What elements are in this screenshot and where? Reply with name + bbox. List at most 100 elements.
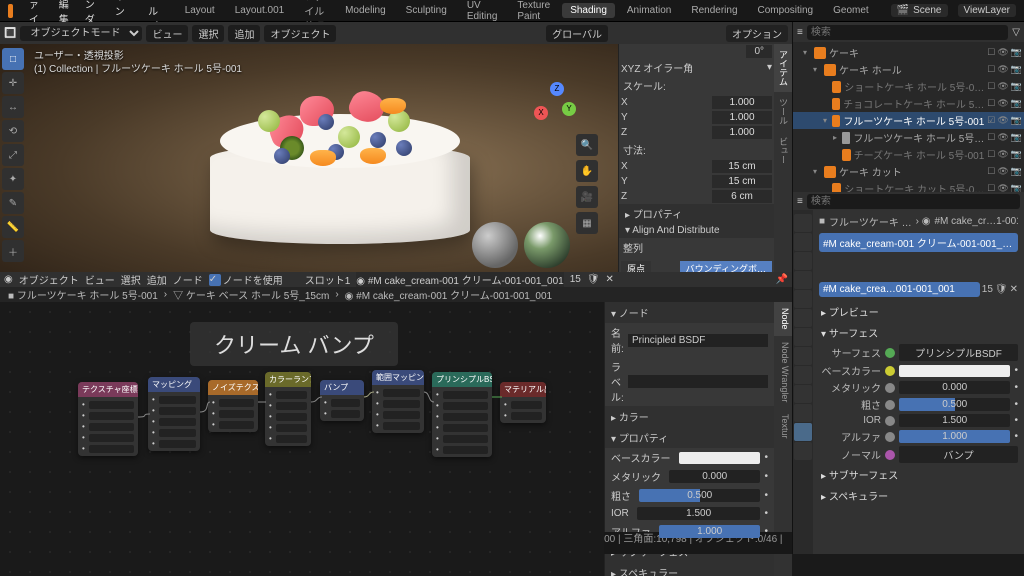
shader-node[interactable]: マッピング••••• xyxy=(148,377,200,451)
tool-rotate[interactable]: ⟲ xyxy=(2,120,24,142)
rot-mode-row[interactable]: XYZ オイラー角▾ xyxy=(619,59,774,76)
workspace-tab[interactable]: Layout.001 xyxy=(227,3,293,18)
nav-camera-icon[interactable]: 🎥 xyxy=(576,186,598,208)
scale-x[interactable] xyxy=(712,96,772,109)
mat-prop-row[interactable]: 粗さ0.500• xyxy=(819,396,1018,413)
vtab-view[interactable]: ビュー xyxy=(774,131,792,170)
workspace-tab[interactable]: Compositing xyxy=(750,3,822,18)
hdr-view[interactable]: ビュー xyxy=(146,25,188,42)
ns-node-hdr[interactable]: ▾ ノード xyxy=(605,302,774,323)
tool-add[interactable]: ＋ xyxy=(2,240,24,262)
dim-y[interactable] xyxy=(712,175,772,188)
mat-prop-row[interactable]: メタリック0.000• xyxy=(819,379,1018,396)
workspace-tab-shading[interactable]: Shading xyxy=(562,3,615,18)
rot-value[interactable]: 0° xyxy=(746,45,772,58)
normal-input[interactable]: バンプ xyxy=(899,446,1018,463)
nav-zoom-icon[interactable]: 🔍 xyxy=(576,134,598,156)
ptab-object[interactable] xyxy=(794,309,812,327)
shader-node[interactable]: 範囲マッピング•••• xyxy=(372,370,424,433)
outliner-row[interactable]: ▾ケーキ ホール☐👁📷 xyxy=(793,61,1024,78)
outliner-row[interactable]: ▾ケーキ☐👁📷 xyxy=(793,44,1024,61)
viewlayer-selector[interactable]: ViewLayer xyxy=(958,4,1017,17)
editor-type-icon[interactable]: ≡ xyxy=(797,196,803,207)
ptab-data[interactable] xyxy=(794,404,812,422)
outliner-row[interactable]: ショートケーキ カット 5号-0…☐👁📷 xyxy=(793,180,1024,192)
ptab-texture[interactable] xyxy=(794,442,812,460)
ns-sub1[interactable]: ▸ スペキュラー xyxy=(605,562,774,576)
scale-y[interactable] xyxy=(712,111,772,124)
node-prop-row[interactable]: ベースカラー• xyxy=(605,448,774,467)
vtab-ne-item[interactable]: Node xyxy=(774,302,792,336)
ptab-scene[interactable] xyxy=(794,271,812,289)
ne-view[interactable]: ビュー xyxy=(85,272,115,287)
bc-obj[interactable]: ■ フルーツケーキ ホール 5号-001 xyxy=(8,287,158,302)
panel-align[interactable]: ▾ Align And Distribute xyxy=(619,223,774,238)
tool-select-box[interactable]: □ xyxy=(2,48,24,70)
nav-gizmo[interactable]: Z X Y xyxy=(532,82,576,126)
node-name-input[interactable] xyxy=(628,334,768,347)
ne-node[interactable]: ノード xyxy=(173,272,203,287)
props-search[interactable] xyxy=(807,194,1020,209)
ptab-render[interactable] xyxy=(794,214,812,232)
outliner-search[interactable] xyxy=(807,25,1008,40)
hdr-select[interactable]: 選択 xyxy=(192,25,224,42)
ptab-viewlayer[interactable] xyxy=(794,252,812,270)
ne-object[interactable]: オブジェクト xyxy=(19,272,79,287)
gizmo-x-icon[interactable]: X xyxy=(534,106,548,120)
bc-mat[interactable]: ◉ #M cake_cream-001 クリーム-001-001_001 xyxy=(345,287,552,302)
mat-prop-row[interactable]: IOR1.500• xyxy=(819,413,1018,428)
workspace-tab[interactable]: Animation xyxy=(619,3,679,18)
ptab-particle[interactable] xyxy=(794,347,812,365)
unlink-icon[interactable]: ✕ xyxy=(1010,284,1018,295)
specular-panel[interactable]: ▸ スペキュラー xyxy=(819,485,1018,506)
workspace-tab[interactable]: UV Editing xyxy=(459,0,506,24)
bbox-btn[interactable]: バウンディングボ… xyxy=(680,261,772,272)
panel-properties[interactable]: ▸ プロパティ xyxy=(619,204,774,223)
orientation-select[interactable]: グローバル xyxy=(546,25,608,42)
subsurface-panel[interactable]: ▸ サブサーフェス xyxy=(819,464,1018,485)
hdr-object[interactable]: オブジェクト xyxy=(264,25,336,42)
ptab-output[interactable] xyxy=(794,233,812,251)
workspace-tab[interactable]: Modeling xyxy=(337,3,394,18)
node-canvas[interactable]: クリーム バンプ テクスチャ座標•••••マッピング•••••ノイズテクスチャ•… xyxy=(0,302,604,576)
ptab-constraint[interactable] xyxy=(794,385,812,403)
surface-panel[interactable]: ▾ サーフェス xyxy=(819,322,1018,343)
unlink-icon[interactable]: ✕ xyxy=(606,274,614,285)
shader-node[interactable]: テクスチャ座標••••• xyxy=(78,382,138,456)
workspace-tab[interactable]: Geomet xyxy=(825,3,877,18)
hdr-add[interactable]: 追加 xyxy=(228,25,260,42)
filter-icon[interactable]: ▽ xyxy=(1012,27,1020,38)
slot-select[interactable]: スロット1 xyxy=(305,272,351,287)
outliner-row[interactable]: ▸フルーツケーキ ホール 5号…☐👁📷 xyxy=(793,129,1024,146)
shader-node[interactable]: ノイズテクスチャ••• xyxy=(208,380,258,432)
workspace-tab[interactable]: Layout xyxy=(177,3,223,18)
outliner-row[interactable]: ▾ケーキ カット☐👁📷 xyxy=(793,163,1024,180)
scene-selector[interactable]: 🎬Scene xyxy=(891,4,948,17)
material-slot-item[interactable]: #M cake_cream-001 クリーム-001-001_001 xyxy=(819,233,1018,252)
node-label-input[interactable] xyxy=(628,375,768,388)
use-nodes-check[interactable]: ✓ノードを使用 xyxy=(209,272,283,287)
ns-color-hdr[interactable]: ▸ カラー xyxy=(605,406,774,427)
options-dropdown[interactable]: オプション xyxy=(726,25,788,42)
shield-icon[interactable]: 🛡 xyxy=(587,274,600,285)
material-chip[interactable]: #M cake_crea…001-001_001 xyxy=(819,282,980,297)
shader-node[interactable]: プリンシプルBSDF•••••• xyxy=(432,372,492,457)
shader-node[interactable]: バンプ•• xyxy=(320,380,364,421)
editor-type-icon[interactable]: ≡ xyxy=(797,27,803,38)
node-prop-row[interactable]: IOR1.500• xyxy=(605,505,774,522)
gizmo-y-icon[interactable]: Y xyxy=(562,102,576,116)
ptab-material[interactable] xyxy=(794,423,812,441)
outliner-row[interactable]: チーズケーキ ホール 5号-001☐👁📷 xyxy=(793,146,1024,163)
workspace-tab[interactable]: Sculpting xyxy=(398,3,455,18)
node-prop-row[interactable]: 粗さ0.500• xyxy=(605,486,774,505)
shader-node[interactable]: マテリアル出力•• xyxy=(500,382,546,423)
mat-prop-row[interactable]: ベースカラー• xyxy=(819,362,1018,379)
vtab-ne-wrangler[interactable]: Node Wrangler xyxy=(774,336,792,408)
outliner-row[interactable]: ショートケーキ ホール 5号-0…☐👁📷 xyxy=(793,78,1024,95)
workspace-tab[interactable]: Texture Paint xyxy=(509,0,558,24)
ne-select[interactable]: 選択 xyxy=(121,272,141,287)
ne-add[interactable]: 追加 xyxy=(147,272,167,287)
tool-cursor[interactable]: ✛ xyxy=(2,72,24,94)
vtab-ne-tex[interactable]: Textur xyxy=(774,408,792,445)
material-name[interactable]: ◉ #M cake_cream-001 クリーム-001-001_001 xyxy=(356,272,563,287)
